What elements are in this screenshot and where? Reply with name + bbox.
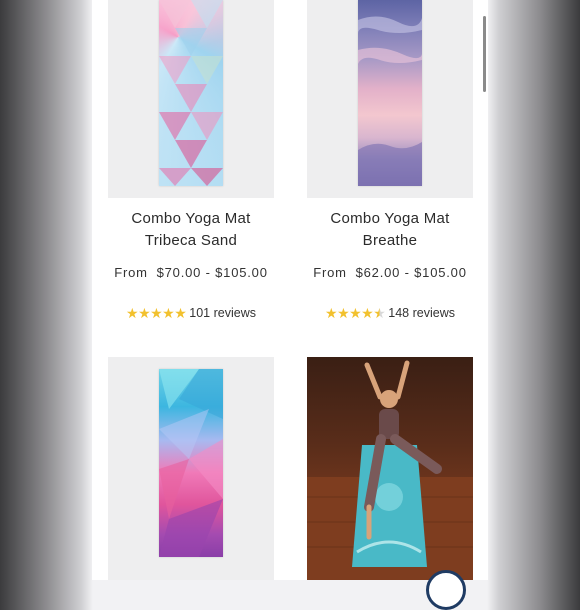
star-icon: ★★★★	[325, 305, 374, 321]
product-title-line2: Breathe	[362, 232, 418, 249]
product-image-4[interactable]	[307, 357, 473, 580]
review-count: 148 reviews	[388, 306, 455, 320]
yoga-mat-breathe-image	[358, 0, 422, 186]
cloud-pattern	[358, 16, 422, 186]
product-rating-breathe[interactable]: ★★★★★ 148 reviews	[307, 305, 473, 322]
product-title-line1: Combo Yoga Mat	[330, 210, 450, 227]
scrollbar[interactable]	[483, 16, 486, 92]
price-range: $62.00 - $105.00	[355, 265, 467, 280]
product-title-tribeca-sand[interactable]: Combo Yoga Mat Tribeca Sand	[108, 208, 274, 252]
product-title-line1: Combo Yoga Mat	[131, 210, 251, 227]
product-price-breathe: From $62.00 - $105.00	[307, 265, 473, 280]
product-title-line2: Tribeca Sand	[144, 232, 238, 249]
product-image-3[interactable]	[108, 357, 274, 580]
price-from-label: From	[313, 265, 347, 280]
product-price-tribeca-sand: From $70.00 - $105.00	[108, 265, 274, 280]
star-icon: ★★★★★	[126, 305, 187, 321]
product-image-tribeca-sand[interactable]	[108, 0, 274, 198]
yoga-mat-geometric-image	[159, 369, 223, 557]
half-star-icon: ★	[373, 305, 386, 321]
product-rating-tribeca-sand[interactable]: ★★★★★ 101 reviews	[108, 305, 274, 322]
product-image-breathe[interactable]	[307, 0, 473, 198]
polygon-pattern	[159, 369, 223, 557]
triangle-pattern	[159, 0, 223, 186]
chat-button[interactable]	[426, 570, 466, 610]
price-from-label: From	[114, 265, 148, 280]
product-grid-page: Combo Yoga Mat Tribeca Sand From $70.00 …	[92, 0, 488, 580]
yoga-mat-tribeca-image	[159, 0, 223, 186]
yoga-photo	[307, 360, 473, 580]
product-title-breathe[interactable]: Combo Yoga Mat Breathe	[307, 208, 473, 252]
review-count: 101 reviews	[189, 306, 256, 320]
price-range: $70.00 - $105.00	[156, 265, 268, 280]
